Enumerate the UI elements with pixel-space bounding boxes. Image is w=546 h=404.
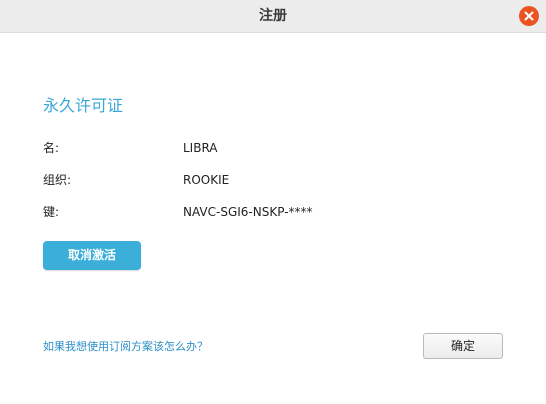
title-bar: 注册 bbox=[0, 0, 546, 33]
key-value: NAVC-SGI6-NSKP-**** bbox=[183, 205, 313, 219]
license-type-heading: 永久许可证 bbox=[43, 96, 124, 115]
subscription-help-link[interactable]: 如果我想使用订阅方案该怎么办？ bbox=[43, 339, 208, 355]
window-title: 注册 bbox=[259, 8, 287, 24]
name-label: 名: bbox=[43, 141, 60, 155]
registration-dialog: 注册 永久许可证 名: LIBRA 组织: ROOKIE 键: NAVC-SGI… bbox=[0, 0, 546, 404]
deactivate-button[interactable]: 取消激活 bbox=[43, 241, 141, 270]
key-label: 键: bbox=[43, 205, 60, 219]
close-button[interactable] bbox=[519, 6, 539, 26]
ok-button[interactable]: 确定 bbox=[423, 333, 503, 359]
organization-value: ROOKIE bbox=[183, 173, 230, 187]
close-icon bbox=[524, 11, 534, 21]
organization-label: 组织: bbox=[43, 173, 72, 187]
name-value: LIBRA bbox=[183, 141, 218, 155]
